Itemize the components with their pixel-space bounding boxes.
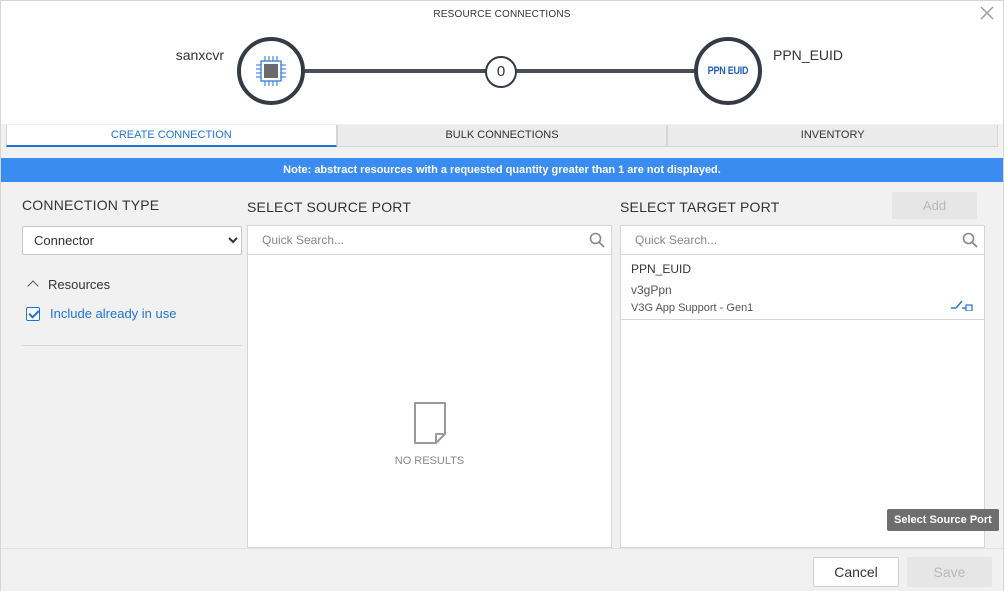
info-note-banner: Note: abstract resources with a requeste…	[1, 158, 1003, 182]
target-search-input[interactable]	[621, 226, 921, 254]
source-search-input[interactable]	[248, 226, 548, 254]
tab-create-connection[interactable]: CREATE CONNECTION	[6, 125, 337, 147]
list-item[interactable]: PPN_EUID v3gPpn V3G App Support - Gen1	[621, 255, 984, 320]
target-resource-name: PPN_EUID	[773, 47, 844, 63]
search-icon[interactable]	[589, 232, 605, 248]
target-search-box	[620, 225, 985, 255]
source-port-title: SELECT SOURCE PORT	[247, 199, 412, 215]
add-button[interactable]: Add	[892, 192, 977, 219]
tab-bulk-connections[interactable]: BULK CONNECTIONS	[336, 125, 668, 147]
select-source-tooltip: Select Source Port	[887, 509, 999, 531]
filter-divider	[22, 345, 242, 346]
source-port-list: NO RESULTS	[247, 254, 612, 548]
connection-type-select[interactable]: Connector	[22, 226, 242, 255]
save-button[interactable]: Save	[907, 557, 992, 587]
dialog-title: RESOURCE CONNECTIONS	[433, 9, 571, 20]
empty-document-icon	[413, 402, 446, 444]
close-icon[interactable]	[977, 4, 997, 24]
source-resource-name: sanxcvr	[175, 47, 224, 63]
cancel-button[interactable]: Cancel	[813, 557, 899, 587]
chevron-up-icon	[27, 280, 39, 292]
target-port-list: PPN_EUID v3gPpn V3G App Support - Gen1	[620, 254, 985, 548]
chip-icon	[256, 56, 286, 86]
search-icon[interactable]	[962, 232, 978, 248]
connector-icon[interactable]	[950, 299, 974, 311]
resource-connections-dialog: RESOURCE CONNECTIONS sanxcvr PPN_EUID 0 …	[0, 0, 1004, 591]
target-node: PPN EUID	[694, 37, 762, 105]
resources-label: Resources	[48, 277, 111, 292]
connection-count-badge: 0	[485, 56, 517, 88]
no-results-text: NO RESULTS	[394, 455, 465, 467]
connection-type-title: CONNECTION TYPE	[22, 197, 160, 213]
target-node-label: PPN EUID	[707, 65, 749, 77]
source-search-box	[247, 225, 612, 255]
port-description: V3G App Support - Gen1	[631, 302, 754, 314]
dialog-header: RESOURCE CONNECTIONS sanxcvr PPN_EUID 0 …	[1, 1, 1003, 124]
include-in-use-option[interactable]: Include already in use	[26, 306, 176, 321]
resources-toggle[interactable]: Resources	[27, 277, 111, 292]
tab-bar: CREATE CONNECTION BULK CONNECTIONS INVEN…	[6, 125, 999, 147]
target-port-title: SELECT TARGET PORT	[620, 199, 780, 215]
tab-inventory[interactable]: INVENTORY	[667, 125, 999, 147]
port-name: PPN_EUID	[631, 262, 692, 276]
include-in-use-label: Include already in use	[50, 306, 177, 321]
port-type: v3gPpn	[631, 283, 672, 297]
include-in-use-checkbox[interactable]	[26, 306, 40, 321]
empty-state: NO RESULTS	[248, 400, 611, 467]
source-node	[237, 37, 305, 105]
